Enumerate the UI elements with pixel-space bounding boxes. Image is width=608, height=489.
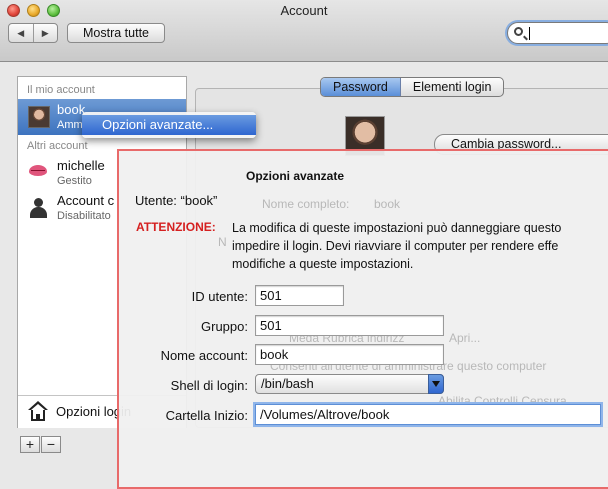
account-name-field[interactable]: book — [255, 344, 444, 365]
my-account-header: Il mio account — [27, 84, 95, 96]
add-account-button[interactable]: + — [20, 436, 40, 453]
user-silhouette-icon — [30, 198, 47, 218]
home-folder-label: Cartella Inizio: — [165, 408, 248, 423]
account-role: Amm — [57, 119, 83, 131]
warning-line: La modifica di queste impostazioni può d… — [232, 221, 562, 235]
back-arrow-icon[interactable]: ◀ — [9, 24, 33, 42]
account-role-guest: Disabilitato — [57, 210, 111, 222]
group-label: Gruppo: — [201, 319, 248, 334]
context-menu: Opzioni avanzate... — [82, 112, 256, 138]
login-shell-popup[interactable]: /bin/bash — [255, 374, 444, 394]
forward-arrow-icon[interactable]: ▶ — [32, 24, 58, 42]
account-name-label: Nome account: — [160, 348, 248, 363]
search-icon — [514, 27, 523, 36]
warning-label: ATTENZIONE: — [136, 220, 216, 234]
login-shell-label: Shell di login: — [170, 378, 248, 393]
account-name-guest[interactable]: Account c — [57, 193, 114, 208]
account-name-michelle[interactable]: michelle — [57, 158, 105, 173]
user-photo-icon — [28, 106, 50, 128]
house-icon — [28, 401, 48, 421]
popup-arrows-icon — [428, 374, 444, 394]
tab-login-items[interactable]: Elementi login — [401, 78, 504, 96]
warning-line: impedire il login. Devi riavviare il com… — [232, 239, 559, 253]
search-field[interactable] — [507, 22, 608, 44]
ghost-line-n: N — [218, 235, 227, 249]
user-id-label: ID utente: — [191, 289, 248, 304]
user-id-field[interactable]: 501 — [255, 285, 344, 306]
login-shell-value: /bin/bash — [261, 376, 314, 391]
ghost-full-name-label: Nome completo: — [262, 197, 350, 211]
window-titlebar: Account ◀ ▶ Mostra tutte — [0, 0, 608, 62]
ghost-apri: Apri... — [449, 331, 481, 345]
sheet-title: Opzioni avanzate — [246, 169, 345, 183]
text-caret — [529, 27, 530, 40]
group-field[interactable]: 501 — [255, 315, 444, 336]
user-line: Utente: “book” — [135, 193, 218, 208]
tab-control: Password Elementi login — [320, 77, 505, 97]
account-name: book — [57, 102, 86, 117]
window-title: Account — [280, 3, 328, 18]
warning-text: La modifica di queste impostazioni può d… — [232, 219, 561, 273]
advanced-options-menu-item[interactable]: Opzioni avanzate... — [82, 115, 256, 135]
back-forward-control: ◀ ▶ — [8, 23, 58, 43]
show-all-button[interactable]: Mostra tutte — [67, 23, 165, 43]
remove-account-button[interactable]: − — [41, 436, 61, 453]
other-accounts-header: Altri account — [27, 140, 88, 152]
lips-icon — [29, 165, 47, 176]
account-role-michelle: Gestito — [57, 175, 92, 187]
home-folder-field[interactable]: /Volumes/Altrove/book — [255, 404, 601, 425]
ghost-full-name-value: book — [374, 197, 401, 211]
tab-password[interactable]: Password — [321, 78, 401, 96]
warning-line: modifiche a queste impostazioni. — [232, 257, 414, 271]
